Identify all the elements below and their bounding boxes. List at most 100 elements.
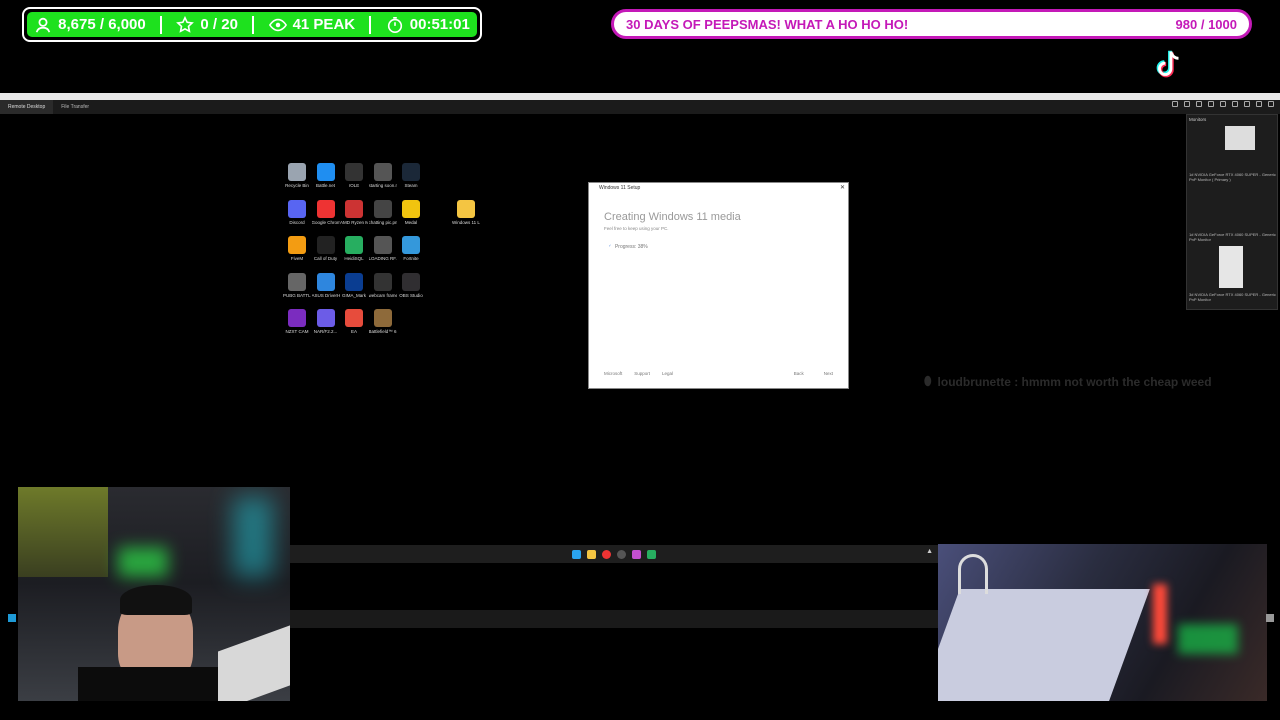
app-icon	[373, 309, 392, 327]
subs-count: 0 / 20	[200, 16, 238, 33]
desktop-icon[interactable]: NAR/F2.2...	[312, 309, 340, 334]
windows-start-icon[interactable]	[572, 549, 581, 559]
desktop-icon[interactable]: Battlefield™ 6	[369, 309, 397, 334]
desktop-icon[interactable]: Fortnite	[397, 236, 425, 261]
chat-user-icon: ⬮	[924, 374, 932, 388]
desktop-icon[interactable]: AMD Ryzen Master	[340, 199, 368, 225]
close-icon[interactable]: ✕	[840, 183, 845, 193]
desktop-icon[interactable]: Recycle Bin	[283, 163, 311, 188]
folder-icon-item[interactable]: Windows 11 License Key...	[452, 200, 480, 225]
app-icon	[345, 309, 363, 327]
next-button[interactable]: Next	[824, 371, 833, 376]
remote-toolbar	[1172, 101, 1274, 107]
webcam-streamer	[18, 487, 290, 701]
tab-file-transfer[interactable]: File Transfer	[53, 100, 97, 114]
desktop-icon[interactable]: EA	[340, 309, 368, 334]
folder-icon	[457, 200, 475, 218]
star-icon	[176, 15, 195, 33]
desktop-icon-label: chatting pic.png	[368, 219, 397, 225]
streamer-cap	[120, 585, 192, 615]
desktop-icon[interactable]: OBS Studio	[397, 272, 425, 298]
app-icon	[373, 163, 392, 181]
remote-window-titlebar	[0, 93, 1280, 100]
desktop-icon[interactable]: webcam frame.png	[369, 272, 397, 298]
close-icon[interactable]	[1268, 101, 1274, 107]
obs-icon[interactable]	[617, 549, 626, 559]
tab-remote-desktop[interactable]: Remote Desktop	[0, 100, 54, 114]
app-icon	[373, 236, 392, 254]
desktop-icon[interactable]: HeidiSQL	[340, 236, 368, 261]
desktop-icon-label: Battlefield™ 6	[368, 329, 397, 334]
desktop-icon[interactable]: Steam	[397, 163, 425, 188]
green-shelf	[1178, 624, 1238, 654]
setup-buttons: Back Next	[794, 371, 833, 376]
desktop-icon[interactable]: LOADING RF.mp4	[369, 236, 397, 261]
user-icon	[35, 17, 51, 32]
desktop-icon[interactable]: Call of Duty	[312, 236, 340, 261]
chat-icon[interactable]	[1196, 101, 1202, 107]
app-icon	[402, 236, 420, 254]
desktop-icon[interactable]: ASUS DriverHub	[312, 272, 340, 298]
desktop-icon[interactable]: Medal	[397, 199, 425, 225]
chrome-icon[interactable]	[602, 549, 611, 559]
desktop-icon[interactable]: starting soon.mp4	[369, 163, 397, 188]
desktop-icon-label: Fortnite	[403, 256, 419, 261]
setup-titlebar: Windows 11 Setup ✕	[589, 183, 848, 193]
record-icon[interactable]	[1220, 101, 1226, 107]
setup-taskbar-icon[interactable]	[647, 549, 656, 559]
desk-surface	[938, 589, 1150, 701]
setup-footer: Microsoft Support Legal Back Next	[604, 371, 833, 376]
eye-icon	[268, 18, 287, 31]
desktop-icon[interactable]: Discord	[283, 199, 311, 225]
support-link[interactable]: Support	[634, 371, 650, 376]
fullscreen-icon[interactable]	[1244, 101, 1250, 107]
desktop-icon-label: rOLE	[348, 183, 360, 188]
desktop-icon[interactable]: FiveM	[283, 236, 311, 261]
followers-stat: 8,675 / 6,000	[34, 16, 146, 34]
lower-strip	[290, 610, 938, 628]
chevron-up-icon[interactable]: ▲	[926, 548, 933, 555]
minimize-icon[interactable]	[1256, 101, 1262, 107]
monitor-label: 1# NVIDIA GeForce RTX 4060 SUPER - Gener…	[1189, 232, 1276, 242]
desktop-icon-label: NAR/F2.2...	[313, 329, 338, 334]
divider	[160, 15, 163, 34]
goal-bar: 30 DAYS OF PEEPSMAS! WHAT A HO HO HO! 98…	[611, 9, 1252, 39]
desktop-icon[interactable]: Battle.net	[312, 163, 340, 188]
app-icon	[288, 272, 306, 291]
monitor-thumb-3[interactable]: 3# NVIDIA GeForce RTX 4060 SUPER - Gener…	[1187, 244, 1277, 304]
lamp	[958, 554, 988, 594]
app-icon	[402, 272, 420, 291]
settings-icon[interactable]	[1208, 101, 1214, 107]
desktop-icon-label: Recycle Bin	[285, 183, 309, 188]
info-icon[interactable]	[1172, 101, 1178, 107]
app-icon[interactable]	[632, 549, 641, 559]
app-icon	[345, 163, 363, 181]
app-icon	[288, 163, 306, 181]
app-icon	[316, 309, 335, 327]
monitors-panel: Monitors 1# NVIDIA GeForce RTX 4060 SUPE…	[1186, 114, 1278, 310]
desktop-icon[interactable]: Google Chrome	[312, 199, 340, 225]
monitor-icon[interactable]	[1184, 101, 1190, 107]
desktop-icon[interactable]: rOLE	[340, 163, 368, 188]
monitor-thumb-2[interactable]: 1# NVIDIA GeForce RTX 4060 SUPER - Gener…	[1187, 184, 1277, 244]
divider	[369, 15, 372, 34]
peak-stat: 41 PEAK	[268, 16, 355, 34]
file-explorer-icon[interactable]	[587, 549, 596, 559]
screenshot-icon[interactable]	[1232, 101, 1238, 107]
legal-link[interactable]: Legal	[662, 371, 673, 376]
desktop-icon[interactable]: NZXT CAM	[283, 309, 311, 334]
monitor-label: 1# NVIDIA GeForce RTX 4060 SUPER - Gener…	[1189, 172, 1276, 182]
back-button[interactable]: Back	[794, 371, 804, 376]
desktop-icon-label: EA	[350, 329, 357, 334]
webcam-room	[938, 544, 1267, 701]
setup-progress: ◜ Progress: 38%	[609, 244, 848, 250]
folder-label: Windows 11 License Key...	[452, 220, 480, 225]
desktop-icon-label: GIMA_Mark	[341, 292, 366, 298]
desktop-icon[interactable]: GIMA_Mark	[340, 272, 368, 298]
desktop-icon[interactable]: chatting pic.png	[368, 199, 397, 225]
tiktok-icon	[1156, 50, 1179, 78]
monitor-thumb-1[interactable]: 1# NVIDIA GeForce RTX 4060 SUPER - Gener…	[1187, 124, 1277, 184]
desktop-icon[interactable]: PUBG BATTLEGR...	[283, 272, 311, 298]
timer-icon	[387, 16, 402, 33]
followers-count: 8,675 / 6,000	[58, 16, 146, 33]
